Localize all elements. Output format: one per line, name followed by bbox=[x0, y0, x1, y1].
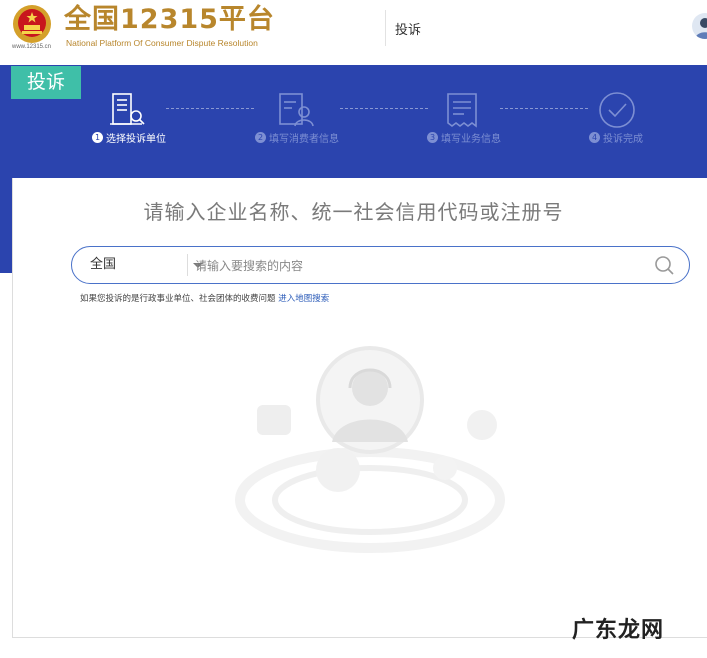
step-4-label: 4 投诉完成 bbox=[589, 130, 643, 145]
watermark-text: 广东龙网 bbox=[572, 618, 665, 643]
step-3-text: 填写业务信息 bbox=[441, 134, 501, 145]
search-input[interactable] bbox=[193, 253, 637, 279]
step-connector bbox=[500, 108, 588, 109]
header-divider bbox=[385, 10, 386, 46]
step-2-text: 填写消费者信息 bbox=[269, 134, 339, 145]
region-select[interactable]: 全国 bbox=[90, 247, 203, 283]
step-2-number: 2 bbox=[255, 132, 266, 143]
step-1-text: 选择投诉单位 bbox=[106, 134, 166, 145]
document-icon bbox=[447, 93, 477, 128]
nav-complaint-link[interactable]: 投诉 bbox=[395, 19, 421, 38]
check-circle-icon bbox=[599, 92, 635, 128]
step-1-label: 1 选择投诉单位 bbox=[92, 130, 166, 145]
brand-title[interactable]: 全国12315平台 bbox=[64, 4, 275, 36]
search-icon[interactable] bbox=[653, 254, 675, 276]
region-select-value: 全国 bbox=[90, 257, 117, 272]
step-1-number: 1 bbox=[92, 132, 103, 143]
brand-subtitle: National Platform Of Consumer Dispute Re… bbox=[66, 38, 258, 48]
user-form-icon bbox=[279, 93, 314, 127]
select-divider bbox=[187, 254, 188, 276]
step-3-label: 3 填写业务信息 bbox=[427, 130, 501, 145]
map-search-hint: 如果您投诉的是行政事业单位、社会团体的收费问题 进入地图搜索 bbox=[80, 292, 329, 304]
step-connector bbox=[340, 108, 428, 109]
banner-tag: 投诉 bbox=[11, 66, 81, 99]
top-header: www.12315.cn 全国12315平台 National Platform… bbox=[0, 0, 707, 65]
national-emblem-icon bbox=[13, 5, 51, 43]
site-url: www.12315.cn bbox=[12, 44, 52, 50]
hint-text: 如果您投诉的是行政事业单位、社会团体的收费问题 bbox=[80, 294, 276, 304]
map-search-link[interactable]: 进入地图搜索 bbox=[278, 294, 329, 304]
search-bar: 全国 bbox=[71, 246, 690, 284]
user-avatar[interactable] bbox=[692, 13, 707, 39]
building-search-icon bbox=[110, 93, 145, 125]
step-connector bbox=[166, 108, 254, 109]
step-3-number: 3 bbox=[427, 132, 438, 143]
customer-service-illustration bbox=[235, 346, 505, 553]
step-4-text: 投诉完成 bbox=[603, 134, 643, 145]
step-2-label: 2 填写消费者信息 bbox=[255, 130, 339, 145]
avatar-icon bbox=[695, 18, 707, 39]
step-4-number: 4 bbox=[589, 132, 600, 143]
search-heading: 请输入企业名称、统一社会信用代码或注册号 bbox=[143, 200, 564, 224]
